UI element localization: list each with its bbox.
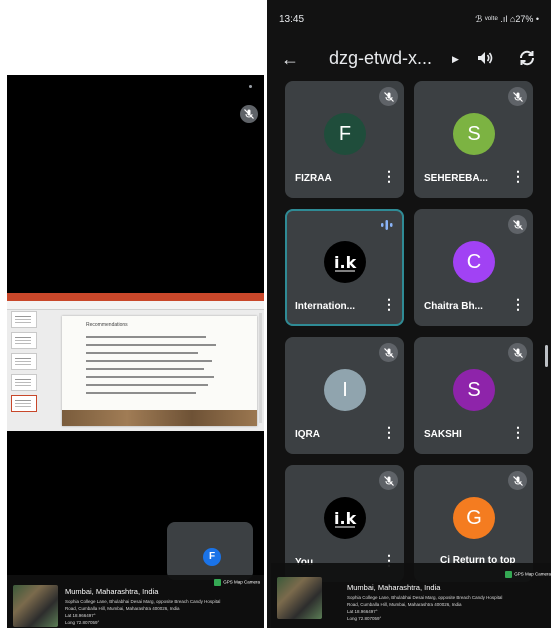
speaker-icon[interactable] (475, 48, 495, 73)
slide-text-line (86, 376, 214, 378)
mic-off-icon (508, 215, 527, 234)
ppt-toolbar (7, 301, 264, 310)
ppt-ribbon (7, 293, 264, 301)
slide-text-line (86, 344, 216, 346)
avatar: S (453, 369, 495, 411)
avatar: C (453, 241, 495, 283)
participant-name: SAKSHI (424, 429, 462, 440)
presentation-window: Recommendations (7, 293, 264, 431)
participant-name: Internation... (295, 301, 355, 312)
participant-name: FIZRAA (295, 173, 332, 184)
gps-city: Mumbai, Maharashtra, India (347, 583, 441, 592)
participant-name: IQRA (295, 429, 320, 440)
mic-off-icon (379, 343, 398, 362)
gps-address-2: Road, Cumballa Hill, Mumbai, Maharashtra… (65, 606, 180, 611)
gps-city: Mumbai, Maharashtra, India (65, 587, 159, 596)
slide-footer-image (62, 410, 257, 426)
more-options-icon[interactable]: ⋮ (382, 297, 396, 311)
speaking-indicator-icon (380, 218, 394, 236)
gps-lat: Lat 18.966497° (347, 609, 378, 614)
slide-thumbnail-active (11, 395, 37, 412)
mic-off-icon (508, 87, 527, 106)
participant-tile[interactable]: S SAKSHI ⋮ (414, 337, 533, 454)
gps-long: Long 72.807059° (65, 620, 100, 625)
status-bar: 13:45 ℬ ᵛᵒˡᵗᵉ .ıl ⌂27% • (267, 0, 551, 34)
more-options-icon[interactable]: ⋮ (511, 169, 525, 183)
mic-off-icon (379, 87, 398, 106)
avatar: I (324, 369, 366, 411)
current-slide: Recommendations (62, 316, 257, 426)
gps-lat: Lat 18.966497° (65, 613, 96, 618)
gps-address-2: Road, Cumballa Hill, Mumbai, Maharashtra… (347, 602, 462, 607)
mic-off-icon (508, 471, 527, 490)
gps-address-1: Sophia College Lane, Bhulabhai Desai Mar… (65, 599, 221, 604)
gps-overlay-left: GPS Map Camera Mumbai, Maharashtra, Indi… (7, 575, 264, 628)
shared-screen-view: Recommendations F (7, 75, 264, 628)
grid-scrollbar[interactable] (545, 345, 548, 367)
slide-thumbnails (9, 311, 37, 429)
svg-text:i.k: i.k (334, 509, 357, 528)
more-options-icon[interactable]: ⋮ (382, 425, 396, 439)
gps-long: Long 72.807059° (347, 616, 382, 621)
avatar: G (453, 497, 495, 539)
slide-text-line (86, 368, 204, 370)
slide-text-line (86, 384, 208, 386)
gps-badge: GPS Map Camera (214, 579, 260, 586)
menu-dot (249, 85, 252, 88)
meet-phone: 13:45 ℬ ᵛᵒˡᵗᵉ .ıl ⌂27% • ← dzg-etwd-x...… (267, 0, 551, 628)
avatar: i.k (324, 241, 366, 283)
slide-text-line (86, 360, 212, 362)
participant-tile[interactable]: C Chaitra Bh... ⋮ (414, 209, 533, 326)
back-arrow-icon[interactable]: ← (281, 50, 299, 68)
avatar: F (203, 548, 221, 566)
caret-right-icon[interactable]: ▶ (452, 54, 459, 65)
mic-off-icon[interactable] (240, 105, 258, 123)
top-bar: ← dzg-etwd-x... ▶ (267, 38, 551, 82)
gps-overlay-right: GPS Map Camera Mumbai, Maharashtra, Indi… (271, 563, 551, 628)
slide-text-line (86, 352, 198, 354)
participant-name: Chaitra Bh... (424, 301, 483, 312)
status-time: 13:45 (279, 14, 305, 25)
gps-badge-text: GPS Map Camera (514, 571, 551, 577)
avatar: S (453, 113, 495, 155)
gps-badge: GPS Map Camera (505, 571, 551, 578)
slide-text-line (86, 336, 206, 338)
gps-map-thumbnail (277, 577, 322, 619)
meeting-title[interactable]: dzg-etwd-x... (329, 48, 432, 69)
slide-title: Recommendations (86, 322, 128, 328)
participant-tile[interactable]: S SEHEREBA... ⋮ (414, 81, 533, 198)
more-options-icon[interactable]: ⋮ (382, 169, 396, 183)
participant-name: SEHEREBA... (424, 173, 488, 184)
slide-scrollbar[interactable] (259, 313, 262, 423)
slide-thumbnail (11, 374, 37, 391)
more-options-icon[interactable]: ⋮ (511, 297, 525, 311)
gps-map-thumbnail (13, 585, 58, 627)
slide-thumbnail (11, 332, 37, 349)
gps-camera-icon (214, 579, 222, 586)
slide-thumbnail (11, 353, 37, 370)
status-indicators: ℬ ᵛᵒˡᵗᵉ .ıl ⌂27% • (475, 14, 539, 24)
avatar: i.k (324, 497, 366, 539)
avatar: F (324, 113, 366, 155)
mic-off-icon (379, 471, 398, 490)
self-preview-tile[interactable]: F (167, 522, 253, 580)
gps-address-1: Sophia College Lane, Bhulabhai Desai Mar… (347, 595, 503, 600)
switch-camera-icon[interactable] (517, 48, 537, 73)
slide-thumbnail (11, 311, 37, 328)
mic-off-icon (508, 343, 527, 362)
gps-badge-text: GPS Map Camera (223, 579, 260, 585)
more-options-icon[interactable]: ⋮ (511, 425, 525, 439)
participant-tile[interactable]: F FIZRAA ⋮ (285, 81, 404, 198)
svg-text:i.k: i.k (334, 253, 357, 272)
gps-camera-icon (505, 571, 513, 578)
participant-tile[interactable]: i.k Internation... ⋮ (285, 209, 404, 326)
slide-text-line (86, 392, 196, 394)
participant-tile[interactable]: I IQRA ⋮ (285, 337, 404, 454)
